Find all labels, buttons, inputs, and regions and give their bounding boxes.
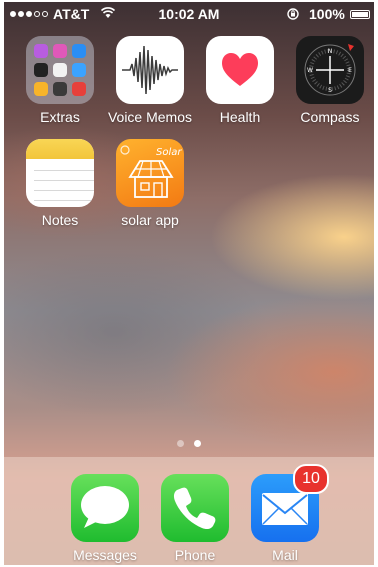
- solar-house-icon: Solar: [116, 139, 184, 207]
- app-label: Mail: [272, 547, 298, 563]
- app-label: Health: [219, 109, 261, 125]
- compass-icon: N S W E: [296, 36, 364, 104]
- app-label: Extras: [40, 109, 80, 125]
- battery-percent: 100%: [309, 6, 345, 22]
- app-label: Voice Memos: [107, 109, 193, 125]
- dock-app-phone[interactable]: Phone: [151, 474, 239, 563]
- app-notes[interactable]: Notes: [16, 139, 104, 228]
- dock: Messages Phone 10 Mail: [4, 457, 374, 565]
- svg-text:S: S: [328, 87, 332, 94]
- app-compass[interactable]: N S W E Compass: [286, 36, 374, 125]
- page-dot-current[interactable]: [194, 440, 201, 447]
- app-solar[interactable]: Solar solar app: [106, 139, 194, 228]
- folder-icon: [26, 36, 94, 104]
- voice-memos-icon: [116, 36, 184, 104]
- notes-icon: [26, 139, 94, 207]
- app-label: Messages: [73, 547, 137, 563]
- home-screen: AT&T 10:02 AM 100% Extras Voice Memos He…: [4, 2, 374, 565]
- notification-badge: 10: [293, 464, 329, 494]
- dock-app-mail[interactable]: 10 Mail: [241, 464, 329, 563]
- svg-text:W: W: [307, 67, 313, 74]
- rotation-lock-icon: [287, 8, 299, 20]
- app-extras[interactable]: Extras: [16, 36, 104, 125]
- svg-text:E: E: [348, 67, 352, 74]
- app-label: Phone: [174, 547, 216, 563]
- app-voice-memos[interactable]: Voice Memos: [106, 36, 194, 125]
- app-label: Notes: [41, 212, 79, 228]
- app-label: Compass: [300, 109, 360, 125]
- page-dot[interactable]: [177, 440, 184, 447]
- dock-app-messages[interactable]: Messages: [61, 474, 149, 563]
- app-health[interactable]: Health: [196, 36, 284, 125]
- solar-icon-text: Solar: [156, 147, 182, 158]
- health-heart-icon: [206, 36, 274, 104]
- messages-bubble-icon: [71, 474, 139, 542]
- phone-handset-icon: [161, 474, 229, 542]
- page-indicator[interactable]: [4, 440, 374, 447]
- app-label: solar app: [121, 212, 179, 228]
- status-bar: AT&T 10:02 AM 100%: [4, 2, 374, 24]
- svg-text:N: N: [328, 48, 333, 55]
- battery-icon: [350, 10, 370, 19]
